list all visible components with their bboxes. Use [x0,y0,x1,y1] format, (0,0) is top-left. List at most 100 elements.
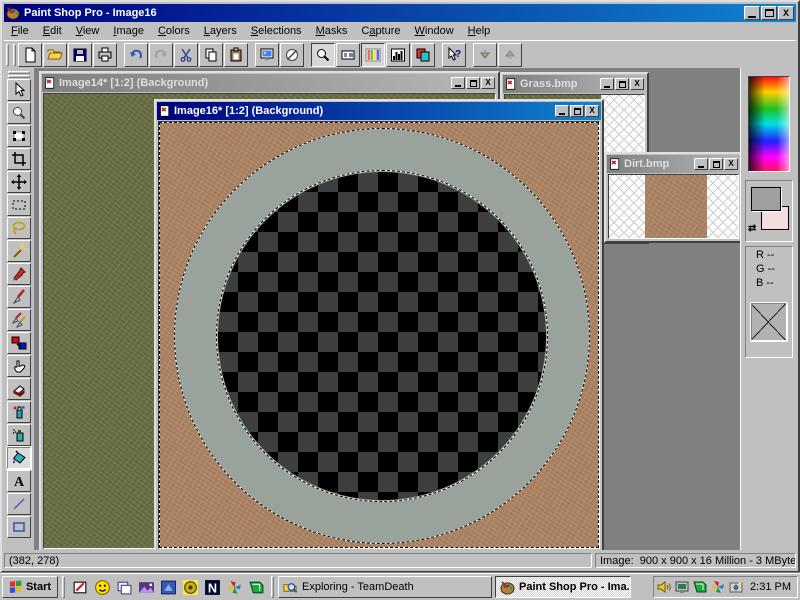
tool-palette-grip[interactable] [8,71,30,74]
smiley-icon[interactable] [91,576,113,598]
image14-close-button[interactable]: X [481,77,495,89]
dirt-title-bar[interactable]: Dirt.bmp X [607,155,740,173]
menu-file[interactable]: File [4,23,36,39]
deformation-tool-button[interactable] [7,125,31,147]
shape-tool-button[interactable] [7,516,31,538]
dropper-tool-button[interactable] [7,263,31,285]
zoom-tool-button[interactable] [7,102,31,124]
full-screen-preview-button[interactable] [255,43,279,67]
image16-canvas[interactable] [158,121,600,549]
magic-wand-tool-button[interactable] [7,240,31,262]
redo-button[interactable] [149,43,173,67]
minimize-button[interactable] [744,6,760,20]
undo-button[interactable] [124,43,148,67]
new-button[interactable] [18,43,42,67]
notes-icon[interactable] [69,576,91,598]
toggle-color-palette-button[interactable] [361,43,385,67]
pinwheel-icon[interactable] [223,576,245,598]
context-help-button[interactable]: ? [442,43,466,67]
open-button[interactable] [43,43,67,67]
image14-minimize-button[interactable] [451,77,465,89]
image16-maximize-button[interactable] [570,105,584,117]
color-spectrum-picker[interactable] [748,76,790,172]
arrow-tool-button[interactable] [7,79,31,101]
selection-tool-button[interactable] [7,194,31,216]
toolbar-grip[interactable] [6,44,9,66]
eraser-tool-button[interactable] [7,378,31,400]
image14-maximize-button[interactable] [466,77,480,89]
dirt-canvas[interactable] [608,174,739,239]
grass-title-bar[interactable]: Grass.bmp X [503,75,646,93]
pinwheel-tray-icon[interactable] [710,579,726,595]
normal-viewing-button[interactable] [280,43,304,67]
grass-close-button[interactable]: X [630,78,644,90]
paintbrush-tool-button[interactable] [7,286,31,308]
menu-selections[interactable]: Selections [244,23,309,39]
freehand-tool-button[interactable] [7,217,31,239]
picture-tube-icon [11,404,27,420]
cut-button[interactable] [174,43,198,67]
app-blue-icon[interactable] [157,576,179,598]
netscape-icon[interactable]: N [201,576,223,598]
volume-icon[interactable] [656,579,672,595]
picture-tube-tool-button[interactable] [7,401,31,423]
copy-button[interactable] [199,43,223,67]
menu-help[interactable]: Help [461,23,498,39]
tasks-grip[interactable] [271,576,274,598]
print-button[interactable] [93,43,117,67]
close-button[interactable]: X [778,6,794,20]
airbrush-tool-button[interactable] [7,424,31,446]
toggle-tool-palette-button[interactable] [311,43,335,67]
task-exploring[interactable]: Exploring - TeamDeath [278,576,492,598]
magic-wand-icon [11,243,27,259]
quick-launch-grip[interactable] [62,576,65,598]
mover-tool-button[interactable] [7,171,31,193]
image16-close-button[interactable]: X [585,105,599,117]
menu-layers[interactable]: Layers [197,23,244,39]
picture-viewer-icon[interactable] [135,576,157,598]
desktop-icon[interactable] [113,576,135,598]
menu-capture[interactable]: Capture [354,23,407,39]
image16-minimize-button[interactable] [555,105,569,117]
book-icon[interactable] [245,576,267,598]
display-icon[interactable] [674,579,690,595]
maximize-button[interactable] [761,6,777,20]
clone-brush-tool-button[interactable] [7,309,31,331]
menu-window[interactable]: Window [408,23,461,39]
windows-logo-icon [9,580,23,594]
line-tool-button[interactable] [7,493,31,515]
dirt-minimize-button[interactable] [694,158,708,170]
toggle-style-bar-button[interactable] [336,43,360,67]
dirt-close-button[interactable]: X [724,158,738,170]
dirt-maximize-button[interactable] [709,158,723,170]
toggle-histogram-button[interactable] [386,43,410,67]
start-button[interactable]: Start [2,576,58,598]
image14-title-bar[interactable]: Image14* [1:2] (Background) X [42,74,497,92]
swap-colors-icon[interactable]: ⇄ [748,223,756,234]
flood-fill-tool-button[interactable] [7,447,31,469]
eraser-icon [11,381,27,397]
task-paint-shop-pro[interactable]: Paint Shop Pro - Ima... [495,576,631,598]
menu-edit[interactable]: Edit [36,23,69,39]
scheduler-icon[interactable] [728,579,744,595]
text-tool-button[interactable]: A [7,470,31,492]
retouch-tool-button[interactable] [7,355,31,377]
arrow-up-button[interactable] [498,43,522,67]
menu-image[interactable]: Image [106,23,151,39]
menu-view[interactable]: View [69,23,107,39]
grass-maximize-button[interactable] [615,78,629,90]
foreground-color-swatch[interactable] [751,187,781,211]
cd-icon[interactable] [179,576,201,598]
grass-minimize-button[interactable] [600,78,614,90]
crop-tool-button[interactable] [7,148,31,170]
title-bar[interactable]: Paint Shop Pro - Image16 X [4,4,796,22]
book-tray-icon[interactable] [692,579,708,595]
color-replacer-tool-button[interactable] [7,332,31,354]
arrow-down-button[interactable] [473,43,497,67]
save-button[interactable] [68,43,92,67]
menu-colors[interactable]: Colors [151,23,197,39]
image16-title-bar[interactable]: Image16* [1:2] (Background) X [157,102,601,120]
paste-button[interactable] [224,43,248,67]
toggle-layer-palette-button[interactable] [411,43,435,67]
menu-masks[interactable]: Masks [309,23,355,39]
